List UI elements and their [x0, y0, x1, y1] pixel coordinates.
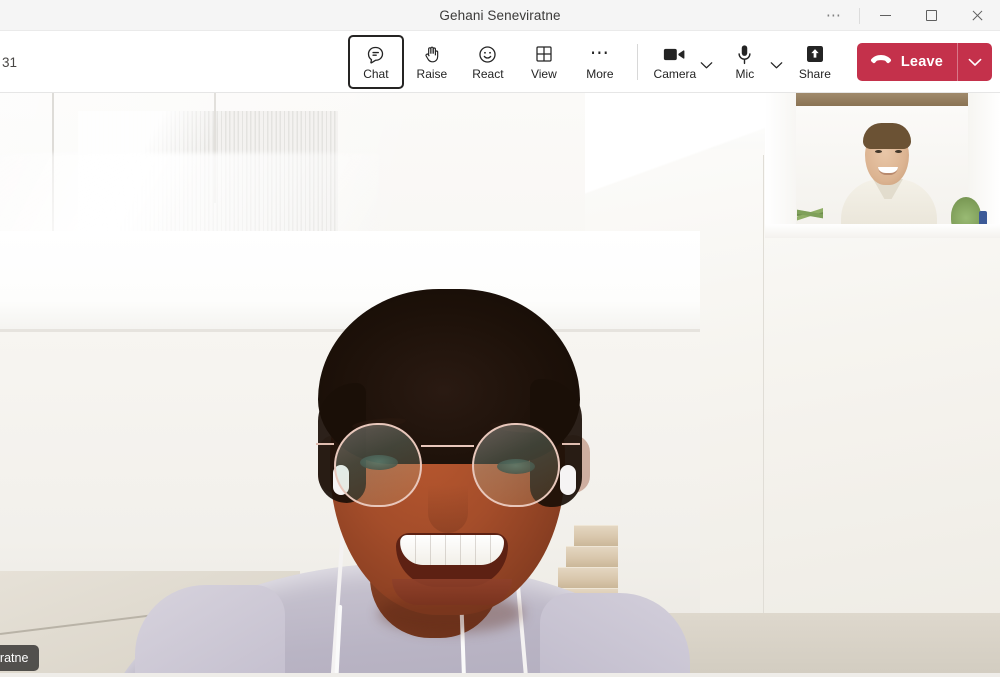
leave-options-chevron[interactable] — [958, 43, 992, 81]
eyeglass-lens-right — [472, 423, 560, 507]
pip-desk-surface — [765, 224, 1000, 238]
camera-toggle-button[interactable]: Camera — [647, 35, 703, 89]
pip-eye-left — [875, 150, 882, 153]
window-more-options-button[interactable]: ⋯ — [811, 0, 857, 31]
hangup-phone-icon — [870, 53, 892, 71]
grid-layout-icon — [534, 43, 554, 65]
view-button-label: View — [530, 67, 557, 81]
smiley-face-icon — [477, 43, 498, 65]
mic-button-label: Mic — [735, 67, 755, 81]
chevron-down-icon — [968, 58, 982, 66]
pip-eye-right — [895, 150, 902, 153]
participant-nose — [428, 485, 468, 533]
eyeglass-bridge — [421, 445, 474, 448]
ellipsis-icon: ⋯ — [589, 43, 610, 64]
maximize-icon — [925, 10, 937, 21]
leave-call-label: Leave — [900, 54, 943, 70]
ellipsis-icon: ⋯ — [825, 6, 843, 24]
pip-wall-left — [765, 93, 796, 238]
more-actions-button-label: More — [586, 67, 614, 81]
window-maximize-button[interactable] — [908, 0, 954, 31]
leave-call-button[interactable]: Leave — [856, 43, 992, 81]
participant-name-badge: neviratne — [0, 645, 40, 671]
close-icon — [971, 9, 984, 22]
video-camera-icon — [663, 43, 686, 65]
window-title-bar: Gehani Seneviratne ⋯ — [0, 0, 1000, 31]
picture-in-picture-video[interactable] — [765, 93, 1000, 238]
view-button[interactable]: View — [516, 35, 572, 89]
meeting-control-bar: 31 Chat Raise React View ⋯ More Camera M… — [0, 31, 1000, 93]
more-actions-button[interactable]: ⋯ More — [572, 35, 628, 89]
raised-hand-icon — [422, 43, 442, 65]
react-button[interactable]: React — [460, 35, 516, 89]
titlebar-divider — [859, 7, 860, 24]
pip-ceiling-beam — [795, 93, 970, 106]
meeting-timer: 31 — [2, 54, 18, 70]
participant-hood-right — [540, 593, 690, 677]
window-minimize-button[interactable] — [862, 0, 908, 31]
participant-teeth-detail — [400, 535, 504, 565]
camera-button-label: Camera — [653, 67, 697, 81]
chat-bubble-icon — [365, 43, 386, 65]
raise-hand-button[interactable]: Raise — [404, 35, 460, 89]
participant-hood-left — [135, 585, 285, 677]
microphone-icon — [736, 43, 753, 65]
pip-participant-hair — [863, 123, 911, 149]
raise-hand-button-label: Raise — [416, 67, 448, 81]
share-button-label: Share — [798, 67, 831, 81]
mic-control-group: Mic — [717, 35, 787, 89]
minimize-icon — [879, 15, 891, 16]
window-close-button[interactable] — [954, 0, 1000, 31]
video-stage[interactable]: neviratne — [0, 93, 1000, 677]
toolbar-divider — [636, 44, 638, 80]
mic-toggle-button[interactable]: Mic — [717, 35, 773, 89]
window-controls: ⋯ — [811, 0, 1000, 31]
eyeglass-lens-left — [334, 423, 422, 507]
participant-lower-lip — [392, 579, 512, 605]
leave-call-main[interactable]: Leave — [857, 43, 957, 81]
chat-button-label: Chat — [363, 67, 389, 81]
share-screen-button[interactable]: Share — [787, 35, 843, 89]
teams-meeting-window: Gehani Seneviratne ⋯ 31 Chat Raise React… — [0, 0, 1000, 677]
eyeglass-temple-right — [562, 443, 580, 446]
stage-bottom-strip — [0, 673, 1000, 677]
share-screen-icon — [805, 43, 825, 65]
camera-control-group: Camera — [647, 35, 717, 89]
meeting-controls-group: Chat Raise React View ⋯ More Camera Mic … — [347, 31, 992, 93]
eyeglass-temple-left — [316, 443, 334, 446]
chat-button[interactable]: Chat — [347, 35, 404, 89]
react-button-label: React — [472, 67, 504, 81]
